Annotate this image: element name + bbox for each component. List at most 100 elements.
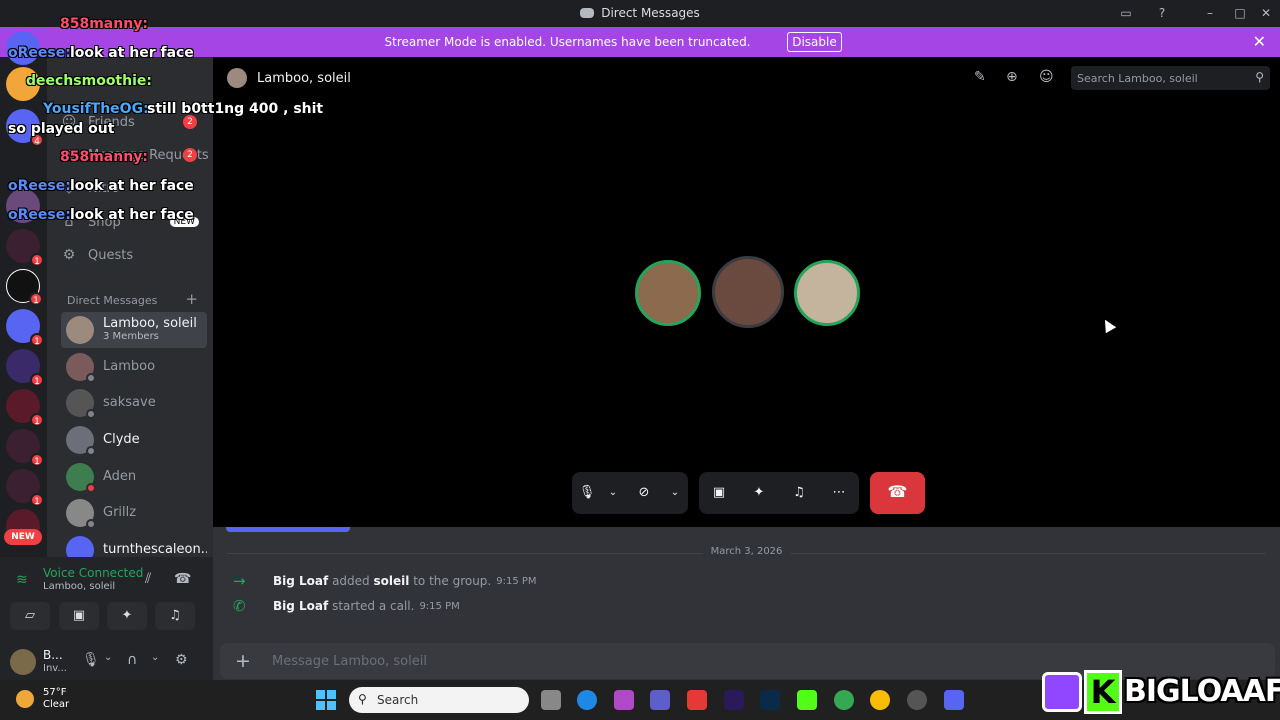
kick-icon[interactable] [797,690,817,710]
chrome-icon[interactable] [870,690,890,710]
camera-button[interactable]: ▱ [10,602,50,630]
screen-share-button[interactable]: ▣ [699,472,739,514]
photoshop-icon[interactable] [760,690,780,710]
date-divider: March 3, 2026 [227,546,1266,557]
activities-button[interactable]: ✦ [107,602,147,630]
mic-toggle[interactable]: 🎙 [572,472,602,514]
nav-quests[interactable]: ⚙ Quests [61,240,209,270]
quests-icon: ⚙ [62,247,76,263]
start-button[interactable] [316,690,336,710]
friends-icon: ☺ [61,114,77,130]
nav-nitro[interactable]: ◈ Nitro [61,173,209,203]
activities-button[interactable]: ✦ [739,472,779,514]
screen-share-button[interactable]: ▣ [59,602,99,630]
pin-icon[interactable]: ✎ [974,69,986,85]
dm-item[interactable]: Clyde [61,422,207,458]
status-dot [86,373,96,383]
premiere-icon[interactable] [724,690,744,710]
help-icon[interactable]: ? [1155,6,1169,20]
members-icon[interactable]: ☺ [1039,69,1054,85]
avatar [66,426,96,456]
mic-icon[interactable]: 🎙 [82,652,100,668]
noise-suppression-icon[interactable]: ⫽ [145,571,151,587]
channel-name: BIGLOAAF [1124,674,1280,709]
nav-friends[interactable]: ☺ Friends 2 [61,107,209,137]
server-icon[interactable]: 1 [6,389,44,427]
dm-item[interactable]: Lamboo [61,349,207,385]
create-dm-icon[interactable]: + [185,290,198,308]
add-friend-icon[interactable]: ⊕ [1006,69,1018,85]
nav-message-requests[interactable]: ✉ Message Requests 2 [61,140,209,170]
server-icon[interactable]: 4 [6,109,44,147]
streamer-message: Streamer Mode is enabled. Usernames have… [384,35,751,49]
copilot-icon[interactable] [614,690,634,710]
shop-icon: ⌂ [64,214,74,230]
minimize-icon[interactable]: – [1203,6,1217,20]
server-icon[interactable]: 1 [6,429,44,467]
search-icon: ⚲ [1255,70,1264,84]
weather-widget[interactable]: 57°F Clear [43,687,69,711]
nav-shop[interactable]: ⌂ Shop NEW [61,207,209,237]
disconnect-icon[interactable]: ☎ [174,571,191,587]
search-input[interactable] [1077,66,1247,90]
home-button[interactable] [6,31,40,65]
conversation-title: Lamboo, soleil [257,70,351,86]
headphones-icon[interactable]: ∩ [127,652,137,668]
participant-avatar[interactable] [635,260,701,326]
disable-button[interactable]: Disable [787,32,842,52]
server-icon[interactable] [6,189,40,223]
chevron-down-icon[interactable]: ⌄ [151,652,159,663]
server-icon[interactable] [6,67,40,101]
chevron-down-icon[interactable]: ⌄ [664,472,686,514]
camera-toggle[interactable]: ⊘ [624,472,664,514]
avatar [66,353,96,383]
chrome-icon[interactable] [834,690,854,710]
dm-item[interactable]: saksave [61,385,207,421]
server-icon[interactable]: 1 [6,269,43,306]
window-close-icon[interactable]: ✕ [1259,6,1273,20]
nitro-icon: ◈ [63,180,75,196]
task-view-icon[interactable] [541,690,561,710]
obs-icon[interactable] [907,690,927,710]
teams-icon[interactable] [650,690,670,710]
unread-badge: 1 [30,253,44,267]
soundboard-button[interactable]: ♫ [779,472,819,514]
main-content: Lamboo, soleil ✎ ⊕ ☺ ⚲ 🎙 ⌄ ⊘ ⌄ ▣ ✦ ♫ ⋯ ☎… [213,57,1280,680]
soundboard-button[interactable]: ♫ [155,602,195,630]
resize-handle[interactable] [226,527,350,532]
dm-item[interactable]: Grillz [61,495,207,531]
hang-up-button[interactable]: ☎ [870,472,925,514]
search-box[interactable]: ⚲ [1071,66,1270,90]
dm-name: Lamboo [103,360,156,374]
user-panel: B... Inv... 🎙 ⌄ ∩ ⌄ ⚙ [0,640,213,682]
message-input[interactable] [272,643,1072,679]
kick-logo-icon: K [1084,670,1122,714]
call-actions: ▣ ✦ ♫ ⋯ [699,472,859,514]
inbox-icon[interactable]: ▭ [1119,6,1133,20]
discord-icon[interactable] [944,690,964,710]
unread-badge: 1 [30,453,44,467]
server-icon[interactable]: 1 [6,309,44,347]
attach-icon[interactable]: + [235,650,251,672]
dm-item[interactable]: Lamboo, soleil 3 Members [61,312,207,348]
chevron-down-icon[interactable]: ⌄ [104,652,112,663]
settings-icon[interactable]: ⚙ [175,652,188,668]
server-icon[interactable]: 1 [6,229,44,267]
server-icon[interactable]: 1 [6,469,44,507]
more-icon[interactable]: ⋯ [819,472,859,514]
close-icon[interactable]: ✕ [1253,32,1266,51]
participant-avatar[interactable] [794,260,860,326]
group-icon [227,68,247,88]
call-area: Lamboo, soleil ✎ ⊕ ☺ ⚲ 🎙 ⌄ ⊘ ⌄ ▣ ✦ ♫ ⋯ ☎ [213,57,1280,527]
maximize-icon[interactable]: □ [1233,6,1247,20]
avatar [66,499,96,529]
dm-item[interactable]: Aden [61,459,207,495]
status-dot [86,409,96,419]
participant-avatar[interactable] [712,256,784,328]
taskbar-search[interactable]: ⚲ Search [349,687,529,713]
avatar[interactable] [10,649,36,675]
app-icon[interactable] [687,690,707,710]
server-icon[interactable]: 1 [6,349,44,387]
edge-icon[interactable] [577,690,597,710]
chevron-down-icon[interactable]: ⌄ [602,472,624,514]
